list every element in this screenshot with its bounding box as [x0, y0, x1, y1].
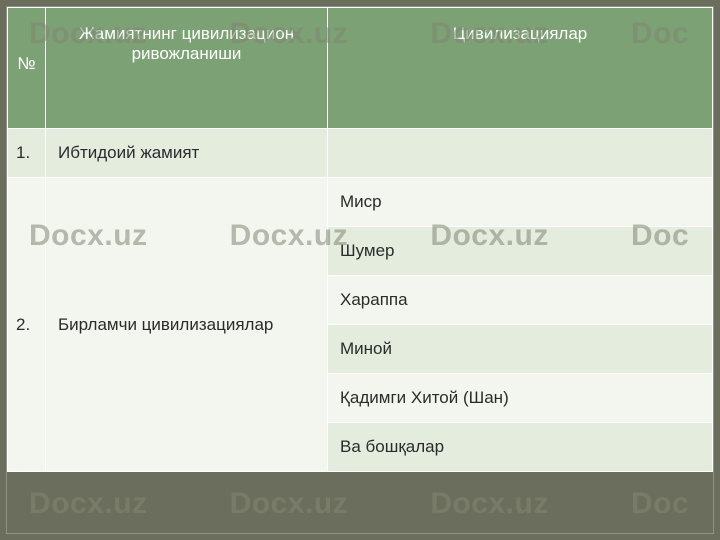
col-header-development: Жамиятнинг цивилизацион ривожланиши	[46, 8, 328, 129]
cell-development: Бирламчи цивилизациялар	[46, 178, 328, 472]
slide-frame: Docx.uz Docx.uz Docx.uz Doc Docx.uz Docx…	[6, 6, 714, 534]
watermark: Docx.uz	[29, 487, 148, 521]
cell-civilization: Миной	[328, 325, 713, 374]
cell-civilization	[328, 129, 713, 178]
civilizations-table: № Жамиятнинг цивилизацион ривожланиши Ци…	[7, 7, 713, 472]
table-row: 1. Ибтидоий жамият	[8, 129, 713, 178]
col-header-civilizations: Цивилизациялар	[328, 8, 713, 129]
cell-number: 1.	[8, 129, 46, 178]
cell-civilization: Шумер	[328, 227, 713, 276]
cell-civilization: Миср	[328, 178, 713, 227]
cell-civilization: Қадимги Хитой (Шан)	[328, 374, 713, 423]
col-header-number: №	[8, 8, 46, 129]
watermark: Docx.uz	[430, 487, 549, 521]
cell-number: 2.	[8, 178, 46, 472]
watermark: Doc	[631, 487, 691, 521]
watermark: Docx.uz	[230, 487, 349, 521]
cell-civilization: Хараппа	[328, 276, 713, 325]
table-row: 2. Бирламчи цивилизациялар Миср	[8, 178, 713, 227]
table-header-row: № Жамиятнинг цивилизацион ривожланиши Ци…	[8, 8, 713, 129]
cell-civilization: Ва бошқалар	[328, 423, 713, 472]
cell-development: Ибтидоий жамият	[46, 129, 328, 178]
